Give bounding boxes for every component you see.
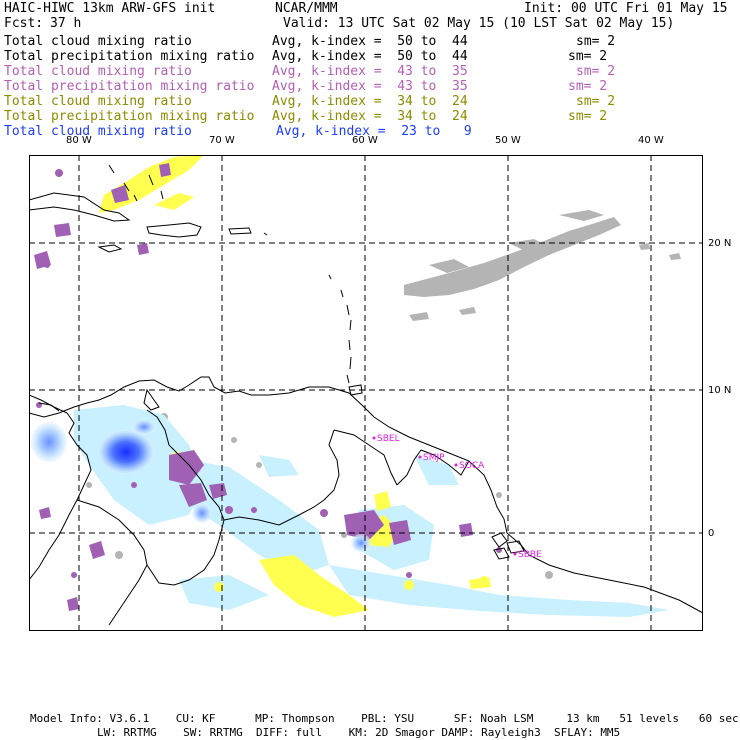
legend-field: Total cloud mixing ratio xyxy=(4,94,192,109)
legend-avg: Avg, k-index = 34 to 24 xyxy=(272,109,468,124)
legend-field: Total precipitation mixing ratio xyxy=(4,49,255,64)
legend-avg: Avg, k-index = 50 to 44 xyxy=(272,34,468,49)
legend-field: Total cloud mixing ratio xyxy=(4,34,192,49)
legend-avg: Avg, k-index = 50 to 44 xyxy=(272,49,468,64)
legend-avg: Avg, k-index = 43 to 35 xyxy=(272,79,468,94)
legend-field: Total cloud mixing ratio xyxy=(4,64,192,79)
valid-time: Valid: 13 UTC Sat 02 May 15 (10 LST Sat … xyxy=(283,16,675,31)
lat-label-20n: 20 N xyxy=(708,238,732,249)
legend-smooth: sm= 2 xyxy=(568,109,608,124)
lon-label-40w: 40 W xyxy=(638,135,664,146)
station-label: SMJP xyxy=(423,453,445,463)
legend-field: Total precipitation mixing ratio xyxy=(4,79,255,94)
station-marker xyxy=(513,552,517,556)
legend-smooth: sm= 2 xyxy=(576,34,616,49)
legend-avg: Avg, k-index = 43 to 35 xyxy=(272,64,468,79)
forecast-map-page: HAIC-HIWC 13km ARW-GFS init NCAR/MMM Ini… xyxy=(0,0,740,740)
station-label: SOCA xyxy=(459,461,485,471)
station-marker xyxy=(454,463,458,467)
legend-field: Total cloud mixing ratio xyxy=(4,124,192,139)
lon-label-70w: 70 W xyxy=(209,135,235,146)
model-info-line2: LW: RRTMG SW: RRTMG DIFF: full KM: 2D Sm… xyxy=(97,726,621,739)
station-marker xyxy=(372,436,376,440)
init-time: Init: 00 UTC Fri 01 May 15 xyxy=(524,1,728,16)
lat-label-10n: 10 N xyxy=(708,385,732,396)
legend-avg: Avg, k-index = 34 to 24 xyxy=(272,94,468,109)
lat-label-0: 0 xyxy=(708,528,715,539)
lon-label-60w: 60 W xyxy=(352,135,378,146)
model-title: HAIC-HIWC 13km ARW-GFS init xyxy=(4,1,216,16)
forecast-hour-value: 37 h xyxy=(50,16,82,31)
forecast-map: SBEL SMJP SOCA SBBE 80 W xyxy=(29,155,703,631)
legend-smooth: sm= 2 xyxy=(568,49,608,64)
institution-label: NCAR/MMM xyxy=(275,1,338,16)
model-info-line1: Model Info: V3.6.1 CU: KF MP: Thompson P… xyxy=(30,712,739,725)
legend-smooth: sm= 2 xyxy=(576,94,616,109)
station-marker xyxy=(418,455,422,459)
legend-smooth: sm= 2 xyxy=(568,79,608,94)
station-label: SBBE xyxy=(518,550,542,560)
coastlines xyxy=(29,164,703,626)
legend-field: Total precipitation mixing ratio xyxy=(4,109,255,124)
lon-label-50w: 50 W xyxy=(495,135,521,146)
legend-smooth: sm= 2 xyxy=(576,64,616,79)
forecast-hour-label: Fcst: xyxy=(4,16,44,31)
station-label: SBEL xyxy=(377,434,400,444)
lon-label-80w: 80 W xyxy=(66,135,92,146)
